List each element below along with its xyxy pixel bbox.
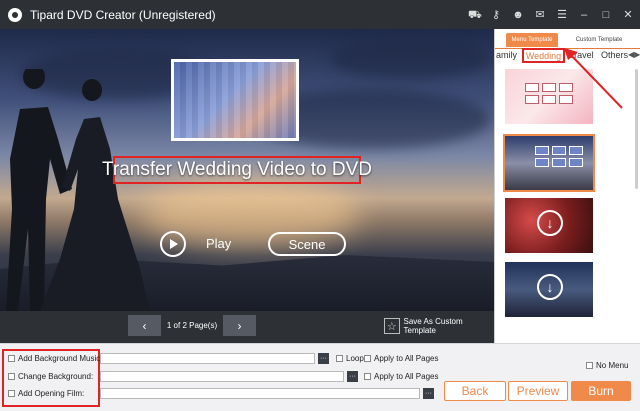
template-thumbnail-selected[interactable]	[503, 134, 595, 192]
download-icon[interactable]: ↓	[537, 274, 563, 300]
opening-film-checkbox[interactable]	[8, 390, 15, 397]
template-thumbnail[interactable]	[505, 69, 593, 124]
category-wedding[interactable]: Wedding	[522, 48, 565, 63]
window-title: Tipard DVD Creator (Unregistered)	[30, 7, 216, 22]
star-icon: ☆	[384, 318, 400, 334]
download-icon[interactable]: ↓	[537, 210, 563, 236]
change-background-path-input[interactable]	[100, 371, 344, 382]
minimize-icon[interactable]: –	[578, 9, 590, 21]
tab-custom-template[interactable]: Custom Template	[569, 33, 629, 47]
category-scroll-arrows-icon[interactable]: ◀▶	[628, 50, 640, 59]
template-grid-preview	[535, 146, 583, 167]
scene-button[interactable]: Scene	[268, 232, 346, 256]
template-category-row: amily Wedding Travel Others ◀▶	[495, 48, 640, 64]
apply-all-label-1: Apply to All Pages	[374, 354, 439, 363]
template-scrollbar[interactable]	[635, 69, 638, 189]
background-music-path-input[interactable]	[100, 353, 315, 364]
change-background-label: Change Background:	[18, 372, 94, 381]
user-icon[interactable]: ☻	[512, 9, 524, 21]
template-tabs: Menu Template Custom Template	[495, 33, 640, 47]
category-travel[interactable]: Travel	[569, 50, 594, 60]
burn-button[interactable]: Burn	[571, 381, 631, 401]
opening-film-path-input[interactable]	[100, 388, 420, 399]
apply-all-checkbox-2[interactable]	[364, 373, 371, 380]
template-thumbnail[interactable]: ↓	[505, 262, 593, 317]
maximize-icon[interactable]: □	[600, 9, 612, 21]
previous-page-button[interactable]: ‹	[128, 315, 161, 336]
app-logo-icon	[8, 7, 22, 22]
change-background-browse-button[interactable]: ···	[347, 371, 358, 382]
apply-all-label-2: Apply to All Pages	[374, 372, 439, 381]
chat-icon[interactable]: ✉	[534, 9, 546, 21]
change-background-checkbox[interactable]	[8, 373, 15, 380]
play-button[interactable]	[160, 231, 186, 257]
loop-checkbox[interactable]	[336, 355, 343, 362]
save-template-label: Save As Custom Template	[403, 317, 463, 335]
category-others[interactable]: Others	[601, 50, 628, 60]
menu-title-highlight[interactable]: Transfer Wedding Video to DVD	[102, 156, 372, 184]
back-button[interactable]: Back	[444, 381, 506, 401]
video-thumbnail-frame	[171, 59, 299, 141]
tab-menu-template[interactable]: Menu Template	[506, 33, 558, 47]
template-panel: Menu Template Custom Template amily Wedd…	[494, 29, 640, 343]
next-page-button[interactable]: ›	[223, 315, 256, 336]
output-options-panel: Add Background Music: ··· Loop Apply to …	[0, 343, 640, 411]
menu-preview: Transfer Wedding Video to DVD Play Scene	[0, 29, 494, 311]
background-music-label: Add Background Music:	[18, 354, 103, 363]
loop-label: Loop	[346, 354, 364, 363]
cloud-shape	[330, 39, 490, 79]
save-custom-template-button[interactable]: ☆ Save As Custom Template	[384, 317, 494, 335]
no-menu-option[interactable]: No Menu	[586, 361, 628, 370]
key-icon[interactable]: ⚷	[490, 9, 502, 21]
page-navigation-bar: ‹ 1 of 2 Page(s) › ☆ Save As Custom Temp…	[0, 311, 494, 343]
play-icon	[170, 239, 178, 249]
add-background-music-row: Add Background Music:	[8, 354, 103, 363]
page-indicator: 1 of 2 Page(s)	[166, 321, 218, 330]
play-label[interactable]: Play	[206, 236, 231, 251]
cart-icon[interactable]: ⛟	[468, 9, 482, 21]
opening-film-label: Add Opening Film:	[18, 389, 85, 398]
title-bar: Tipard DVD Creator (Unregistered) ⛟ ⚷ ☻ …	[0, 0, 640, 29]
change-background-row: Change Background:	[8, 372, 93, 381]
apply-all-pages-option-1[interactable]: Apply to All Pages	[364, 354, 438, 363]
background-music-checkbox[interactable]	[8, 355, 15, 362]
titlebar-controls: ⛟ ⚷ ☻ ✉ ☰ – □ ✕	[468, 0, 634, 29]
category-family[interactable]: amily	[496, 50, 517, 60]
no-menu-label: No Menu	[596, 361, 629, 370]
background-music-browse-button[interactable]: ···	[318, 353, 329, 364]
add-opening-film-row: Add Opening Film:	[8, 389, 84, 398]
opening-film-browse-button[interactable]: ···	[423, 388, 434, 399]
preview-button[interactable]: Preview	[508, 381, 568, 401]
apply-all-checkbox-1[interactable]	[364, 355, 371, 362]
menu-title-text[interactable]: Transfer Wedding Video to DVD	[102, 159, 372, 181]
template-thumbnail[interactable]: ↓	[505, 198, 593, 253]
template-grid-preview	[525, 83, 573, 104]
wedding-couple-silhouette	[6, 69, 150, 311]
loop-option[interactable]: Loop	[336, 354, 364, 363]
apply-all-pages-option-2[interactable]: Apply to All Pages	[364, 372, 438, 381]
close-icon[interactable]: ✕	[622, 9, 634, 21]
no-menu-checkbox[interactable]	[586, 362, 593, 369]
menu-icon[interactable]: ☰	[556, 9, 568, 21]
